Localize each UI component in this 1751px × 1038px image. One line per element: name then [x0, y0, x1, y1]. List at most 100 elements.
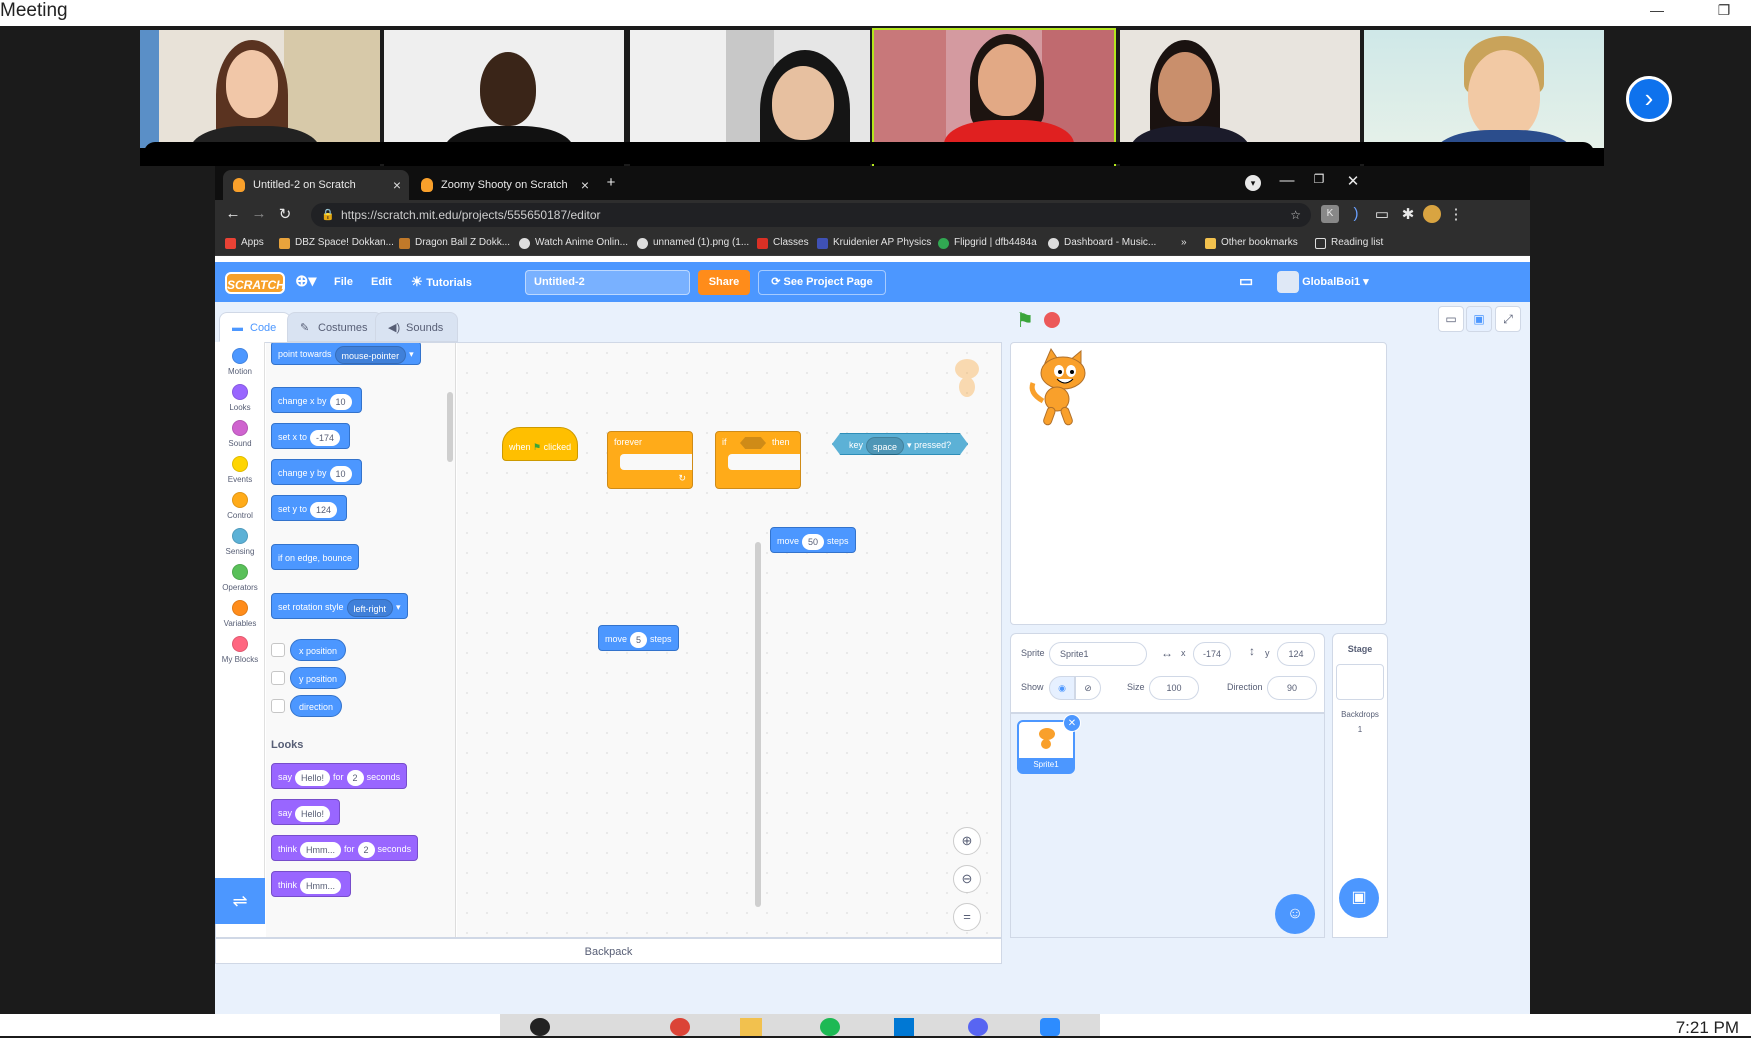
hide-invisible-icon[interactable]: ⊘	[1075, 676, 1101, 700]
x-position-checkbox[interactable]	[271, 643, 285, 657]
restore-icon[interactable]: ❐	[1712, 0, 1736, 22]
fullscreen-icon[interactable]: ⤢	[1495, 306, 1521, 332]
block-say-for-seconds[interactable]: say Hello! for 2 seconds	[271, 763, 408, 789]
minimize-icon[interactable]: —	[1273, 172, 1301, 189]
block-think[interactable]: think Hmm...	[271, 871, 352, 897]
show-visible-icon[interactable]: ◉	[1049, 676, 1075, 700]
y-position-checkbox[interactable]	[271, 671, 285, 685]
other-bookmarks[interactable]: Other bookmarks	[1205, 230, 1298, 256]
discord-icon[interactable]	[968, 1018, 988, 1036]
share-button[interactable]: Share	[698, 270, 750, 295]
my-stuff-folder-icon[interactable]: ▭	[1239, 262, 1253, 302]
reporter-y-position[interactable]: y position	[290, 667, 347, 689]
y-input[interactable]: 124	[1277, 642, 1315, 666]
zoom-in-icon[interactable]: ⊕	[953, 827, 981, 855]
direction-input[interactable]: 90	[1267, 676, 1317, 700]
block-move-steps[interactable]: move 5 steps	[598, 625, 679, 651]
chrome-icon[interactable]	[670, 1018, 690, 1036]
back-icon[interactable]: ←	[223, 205, 243, 222]
stage-thumbnail[interactable]	[1336, 664, 1384, 700]
close-tab-icon[interactable]: ×	[393, 170, 401, 200]
block-think-for-seconds[interactable]: think Hmm... for 2 seconds	[271, 835, 419, 861]
zoom-icon[interactable]	[1040, 1018, 1060, 1036]
minimize-icon[interactable]: —	[1645, 0, 1669, 22]
category-sound[interactable]: Sound	[215, 420, 265, 448]
browser-tab[interactable]: Zoomy Shooty on Scratch ×	[411, 170, 597, 200]
x-input[interactable]: -174	[1193, 642, 1231, 666]
block-change-x-by[interactable]: change x by 10	[271, 387, 362, 413]
block-if-on-edge-bounce[interactable]: if on edge, bounce	[271, 544, 360, 570]
see-project-page-button[interactable]: ⟳ See Project Page	[758, 270, 886, 295]
bookmark-item[interactable]: Flipgrid | dfb4484a	[938, 230, 1037, 256]
bookmark-item[interactable]: Watch Anime Onlin...	[519, 230, 628, 256]
language-globe-icon[interactable]: ⊕▾	[295, 262, 316, 302]
restore-icon[interactable]: ❐	[1305, 172, 1333, 186]
category-motion[interactable]: Motion	[215, 348, 265, 376]
choose-sprite-button[interactable]: ☺	[1275, 894, 1315, 934]
file-explorer-icon[interactable]	[740, 1018, 762, 1036]
sprite-name-input[interactable]: Sprite1	[1049, 642, 1147, 666]
edit-menu[interactable]: Edit	[371, 262, 392, 302]
block-set-x-to[interactable]: set x to -174	[271, 423, 351, 449]
account-menu[interactable]: GlobalBoi1 ▾	[1277, 262, 1369, 302]
block-forever[interactable]: forever ↻	[607, 431, 693, 489]
extension-icon[interactable]: )	[1347, 205, 1365, 222]
category-control[interactable]: Control	[215, 492, 265, 520]
bookmark-item[interactable]: Dashboard - Music...	[1048, 230, 1156, 256]
tab-sounds[interactable]: ◀) Sounds	[375, 312, 459, 342]
block-point-towards[interactable]: point towards mouse-pointer ▾	[271, 343, 421, 365]
size-input[interactable]: 100	[1149, 676, 1199, 700]
sprite-thumbnail[interactable]: ✕ Sprite1	[1017, 714, 1081, 774]
taskbar-clock[interactable]: 7:21 PM	[1676, 1018, 1739, 1038]
tutorials-menu[interactable]: ☀ Tutorials	[411, 262, 472, 302]
stage-canvas[interactable]	[1010, 342, 1387, 625]
tab-code[interactable]: ▬ Code	[219, 312, 292, 342]
reporter-direction[interactable]: direction	[290, 695, 343, 717]
new-tab-icon[interactable]: +	[601, 174, 621, 191]
url-input[interactable]: 🔒 https://scratch.mit.edu/projects/55565…	[311, 203, 1311, 227]
forward-icon[interactable]: →	[249, 205, 269, 222]
block-move-steps[interactable]: move 50 steps	[770, 527, 856, 553]
block-say[interactable]: say Hello!	[271, 799, 341, 825]
small-stage-icon[interactable]: ▭	[1438, 306, 1464, 332]
add-extension-button[interactable]: ⇌	[215, 878, 265, 924]
category-events[interactable]: Events	[215, 456, 265, 484]
close-window-icon[interactable]: ✕	[1339, 172, 1367, 190]
cat-sprite[interactable]	[1023, 347, 1107, 431]
block-change-y-by[interactable]: change y by 10	[271, 459, 362, 485]
next-page-button[interactable]: ›	[1626, 76, 1672, 122]
block-if-then[interactable]: if then	[715, 431, 801, 489]
bookmark-apps[interactable]: Apps	[225, 230, 264, 256]
normal-stage-icon[interactable]: ▣	[1466, 306, 1492, 332]
choose-backdrop-button[interactable]: ▣	[1339, 878, 1379, 918]
zoom-reset-icon[interactable]: =	[953, 903, 981, 931]
script-scrollbar[interactable]	[755, 542, 761, 907]
extension-icon[interactable]: K	[1321, 205, 1339, 223]
tab-search-icon[interactable]: ▾	[1245, 175, 1261, 191]
green-flag-icon[interactable]: ⚑	[1016, 308, 1034, 333]
palette-scrollbar[interactable]	[447, 392, 453, 462]
bookmark-item[interactable]: unnamed (1).png (1...	[637, 230, 749, 256]
category-my-blocks[interactable]: My Blocks	[215, 636, 265, 664]
block-set-y-to[interactable]: set y to 124	[271, 495, 348, 521]
scratch-logo[interactable]: SCRATCH	[225, 272, 285, 294]
block-key-pressed[interactable]: key space ▾ pressed?	[832, 433, 969, 455]
category-operators[interactable]: Operators	[215, 564, 265, 592]
boolean-slot[interactable]	[740, 437, 766, 449]
more-menu-icon[interactable]: ⋮	[1447, 205, 1465, 223]
direction-checkbox[interactable]	[271, 699, 285, 713]
cast-icon[interactable]: ▭	[1373, 205, 1391, 223]
reporter-x-position[interactable]: x position	[290, 639, 347, 661]
backpack[interactable]: Backpack	[215, 938, 1002, 964]
category-variables[interactable]: Variables	[215, 600, 265, 628]
cortana-icon[interactable]	[530, 1018, 550, 1036]
block-set-rotation-style[interactable]: set rotation style left-right ▾	[271, 593, 408, 619]
file-menu[interactable]: File	[334, 262, 353, 302]
project-title-input[interactable]: Untitled-2	[525, 270, 690, 295]
delete-sprite-icon[interactable]: ✕	[1063, 714, 1081, 732]
block-when-flag-clicked[interactable]: when ⚑ clicked	[502, 427, 579, 461]
close-tab-icon[interactable]: ×	[581, 170, 589, 200]
bookmark-star-icon[interactable]: ☆	[1290, 203, 1301, 227]
spotify-icon[interactable]	[820, 1018, 840, 1036]
category-sensing[interactable]: Sensing	[215, 528, 265, 556]
